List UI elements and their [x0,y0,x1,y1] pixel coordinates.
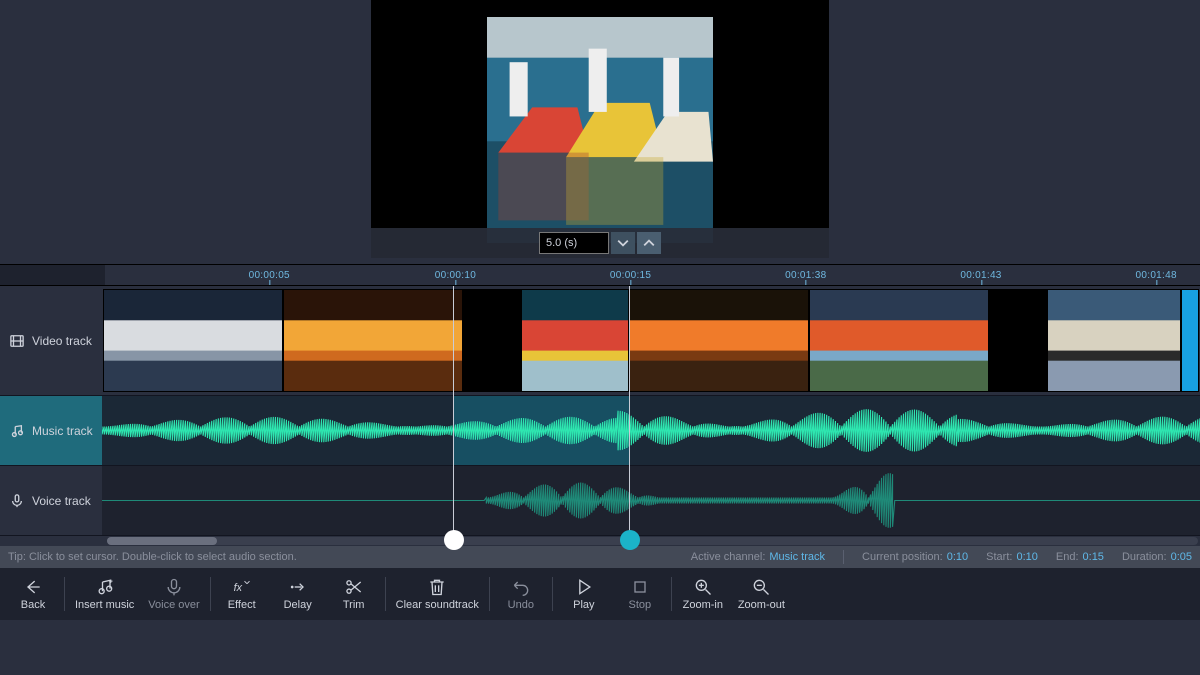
video-track-label[interactable]: Video track [0,286,102,396]
microphone-icon [164,577,184,597]
fx-icon: fx [232,577,252,597]
video-clip[interactable] [990,290,1046,391]
end-readout: End: 0:15 [1056,551,1104,563]
undo-icon [511,577,531,597]
tip-text: Tip: Click to set cursor. Double-click t… [8,551,673,563]
ruler-tick: 00:01:38 [785,265,826,285]
current-position-readout: Current position: 0:10 [862,551,968,563]
zoom-out-icon [751,577,771,597]
play-icon [574,577,594,597]
start-readout: Start: 0:10 [986,551,1038,563]
duration-decrease-button[interactable] [611,232,635,254]
trim-button[interactable]: Trim [327,570,381,618]
clear-soundtrack-button[interactable]: Clear soundtrack [390,570,485,618]
video-clip[interactable] [1182,290,1198,391]
microphone-icon [10,494,24,508]
voice-waveform [102,466,1200,535]
undo-button: Undo [494,570,548,618]
duration-readout: Duration: 0:05 [1122,551,1192,563]
ruler-body[interactable]: 00:00:05 00:00:10 00:00:15 00:01:38 00:01:43… [105,264,1200,286]
back-button[interactable]: Back [6,570,60,618]
voice-over-button: Voice over [142,570,205,618]
back-arrow-icon [23,577,43,597]
status-bar: Tip: Click to set cursor. Double-click t… [0,546,1200,568]
delay-button[interactable]: Delay [271,570,325,618]
chevron-down-icon [617,237,629,249]
horizontal-scrollbar[interactable] [0,536,1200,546]
video-clip[interactable] [522,290,628,391]
music-waveform [102,396,1200,465]
ruler-tick: 00:00:05 [249,265,290,285]
scrollbar-thumb[interactable] [107,537,217,545]
ruler-tick: 00:01:43 [960,265,1001,285]
ruler-tick: 00:00:10 [435,265,476,285]
stop-icon [630,577,650,597]
scissors-icon [344,577,364,597]
play-button[interactable]: Play [557,570,611,618]
video-clip[interactable] [104,290,282,391]
voice-track-text: Voice track [32,494,91,508]
zoom-in-icon [693,577,713,597]
voice-track-label[interactable]: Voice track [0,466,102,536]
video-clip[interactable] [810,290,988,391]
film-icon [10,334,24,348]
music-plus-icon [95,577,115,597]
track-rows[interactable] [102,286,1200,536]
music-track-text: Music track [32,424,93,438]
ruler-gutter [0,264,105,286]
video-track-text: Video track [32,334,92,348]
preview-image [487,17,713,243]
ruler-tick: 00:00:15 [610,265,651,285]
preview-area [0,0,1200,264]
insert-music-button[interactable]: Insert music [69,570,140,618]
preview-controls [371,228,829,258]
active-channel-readout: Active channel: Music track [691,551,825,563]
timeline-ruler[interactable]: 00:00:05 00:00:10 00:00:15 00:01:38 00:01:43… [0,264,1200,286]
music-note-icon [10,424,24,438]
video-track-row[interactable] [102,286,1200,396]
clip-duration-input[interactable] [539,232,609,254]
voice-track-row[interactable] [102,466,1200,536]
track-label-column: Video track Music track Voice track [0,286,102,536]
video-clip[interactable] [630,290,808,391]
video-clip[interactable] [284,290,462,391]
preview-frame [371,0,829,258]
music-track-row[interactable] [102,396,1200,466]
ruler-tick: 00:01:48 [1136,265,1177,285]
bottom-toolbar: Back Insert music Voice over fx Effect D… [0,568,1200,620]
timeline-tracks: Video track Music track Voice track [0,286,1200,536]
music-track-label[interactable]: Music track [0,396,102,466]
trash-icon [427,577,447,597]
video-clip[interactable] [1048,290,1180,391]
video-clip[interactable] [464,290,520,391]
delay-icon [288,577,308,597]
effect-button[interactable]: fx Effect [215,570,269,618]
stop-button: Stop [613,570,667,618]
zoom-out-button[interactable]: Zoom-out [732,570,791,618]
chevron-up-icon [643,237,655,249]
zoom-in-button[interactable]: Zoom-in [676,570,730,618]
duration-increase-button[interactable] [637,232,661,254]
svg-text:fx: fx [233,582,242,594]
